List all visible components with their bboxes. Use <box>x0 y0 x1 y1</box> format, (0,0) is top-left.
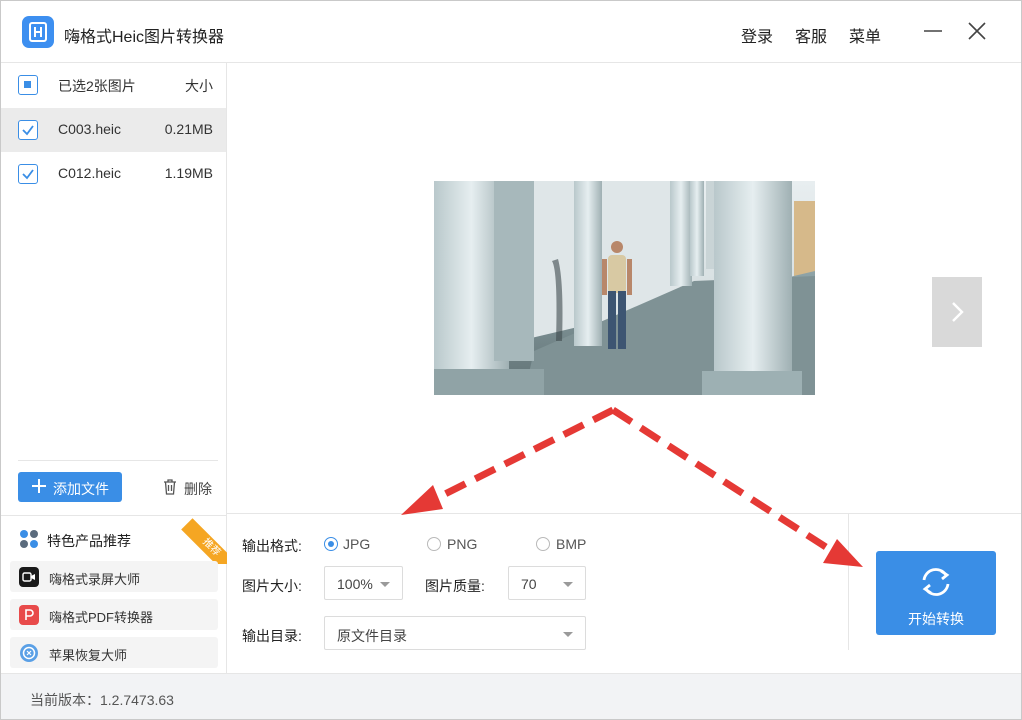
delete-label: 删除 <box>184 481 212 497</box>
recommend-item-pdf-converter[interactable]: 嗨格式PDF转换器 <box>10 599 218 630</box>
file-size: 1.19MB <box>164 165 213 181</box>
minimize-icon[interactable] <box>921 19 945 43</box>
image-size-select[interactable]: 100% <box>324 566 403 600</box>
partial-check-icon <box>24 81 31 88</box>
recommend-badge: 推荐 <box>181 516 229 564</box>
app-title: 嗨格式Heic图片转换器 <box>64 29 225 46</box>
file-checkbox[interactable] <box>18 164 38 184</box>
file-name: C003.heic <box>58 121 122 137</box>
recommend-item-label: 嗨格式录屏大师 <box>49 572 141 587</box>
recommend-badge-label: 推荐 <box>181 518 229 564</box>
image-quality-select[interactable]: 70 <box>508 566 586 600</box>
recommend-item-label: 苹果恢复大师 <box>49 648 128 663</box>
recommend-section: 特色产品推荐 推荐 嗨格式录屏大师 嗨格式PDF转换器 苹果恢复大师 <box>1 515 229 673</box>
app-logo-icon <box>22 16 54 48</box>
image-quality-value: 70 <box>521 576 537 592</box>
chevron-down-icon <box>380 582 390 587</box>
apple-recovery-icon <box>20 644 38 662</box>
output-format-label: 输出格式: <box>242 538 302 554</box>
format-radio-bmp[interactable] <box>536 537 550 551</box>
image-size-value: 100% <box>337 576 373 592</box>
output-dir-select[interactable]: 原文件目录 <box>324 616 586 650</box>
title-bar: 嗨格式Heic图片转换器 登录 客服 菜单 <box>1 1 1021 63</box>
format-option-label: BMP <box>556 536 587 552</box>
next-image-button[interactable] <box>932 277 982 347</box>
file-row[interactable]: C012.heic 1.19MB <box>1 152 226 196</box>
recommend-item-label: 嗨格式PDF转换器 <box>49 610 154 625</box>
menu-link[interactable]: 菜单 <box>849 23 881 47</box>
chevron-right-icon <box>952 302 964 322</box>
screen-recorder-icon <box>19 567 39 587</box>
format-radio-jpg[interactable] <box>324 537 338 551</box>
image-quality-label: 图片质量: <box>425 578 485 594</box>
format-option-label: PNG <box>447 536 478 552</box>
checkmark-icon <box>22 125 34 136</box>
file-list-panel: 已选2张图片 大小 C003.heic 0.21MB C012.heic 1.1… <box>1 63 229 673</box>
add-file-button[interactable]: 添加文件 <box>18 472 122 502</box>
pdf-converter-icon <box>19 605 39 625</box>
image-preview <box>434 181 815 395</box>
settings-divider <box>848 514 849 650</box>
format-radio-png[interactable] <box>427 537 441 551</box>
close-icon[interactable] <box>965 19 989 43</box>
status-bar: 当前版本：1.2.7473.63 <box>1 673 1021 719</box>
chevron-down-icon <box>563 632 573 637</box>
selected-count-label: 已选2张图片 <box>58 78 136 94</box>
panel-divider <box>18 460 218 461</box>
image-size-label: 图片大小: <box>242 578 302 594</box>
checkmark-icon <box>22 169 34 180</box>
version-text: 当前版本：1.2.7473.63 <box>30 692 174 708</box>
delete-button[interactable]: 删除 <box>161 476 221 498</box>
file-name: C012.heic <box>58 165 122 181</box>
login-link[interactable]: 登录 <box>741 23 773 47</box>
size-column-header: 大小 <box>185 78 213 94</box>
add-file-label: 添加文件 <box>53 481 109 497</box>
recommend-item-screen-recorder[interactable]: 嗨格式录屏大师 <box>10 561 218 592</box>
file-size: 0.21MB <box>164 121 213 137</box>
settings-panel: 输出格式: JPG PNG BMP 图片大小: 100% 图片质量: 70 输出… <box>227 513 1021 673</box>
start-convert-button[interactable]: 开始转换 <box>876 551 996 635</box>
apps-grid-icon <box>20 530 38 548</box>
output-dir-label: 输出目录: <box>242 628 302 644</box>
preview-area <box>227 63 1021 513</box>
refresh-icon <box>922 568 950 596</box>
output-dir-value: 原文件目录 <box>337 628 407 644</box>
recommend-item-apple-recovery[interactable]: 苹果恢复大师 <box>10 637 218 668</box>
app-window: 嗨格式Heic图片转换器 登录 客服 菜单 已选2张图片 大小 C003.hei… <box>0 0 1022 720</box>
format-option-label: JPG <box>343 536 371 552</box>
file-row[interactable]: C003.heic 0.21MB <box>1 108 226 152</box>
recommend-header: 特色产品推荐 <box>18 528 198 550</box>
file-list-header: 已选2张图片 大小 <box>1 63 226 107</box>
recommend-title: 特色产品推荐 <box>47 533 131 549</box>
plus-icon <box>32 479 46 493</box>
start-convert-label: 开始转换 <box>908 611 964 627</box>
chevron-down-icon <box>563 582 573 587</box>
select-all-checkbox[interactable] <box>18 75 38 95</box>
trash-icon <box>164 479 176 495</box>
customer-service-link[interactable]: 客服 <box>795 23 827 47</box>
file-checkbox[interactable] <box>18 120 38 140</box>
